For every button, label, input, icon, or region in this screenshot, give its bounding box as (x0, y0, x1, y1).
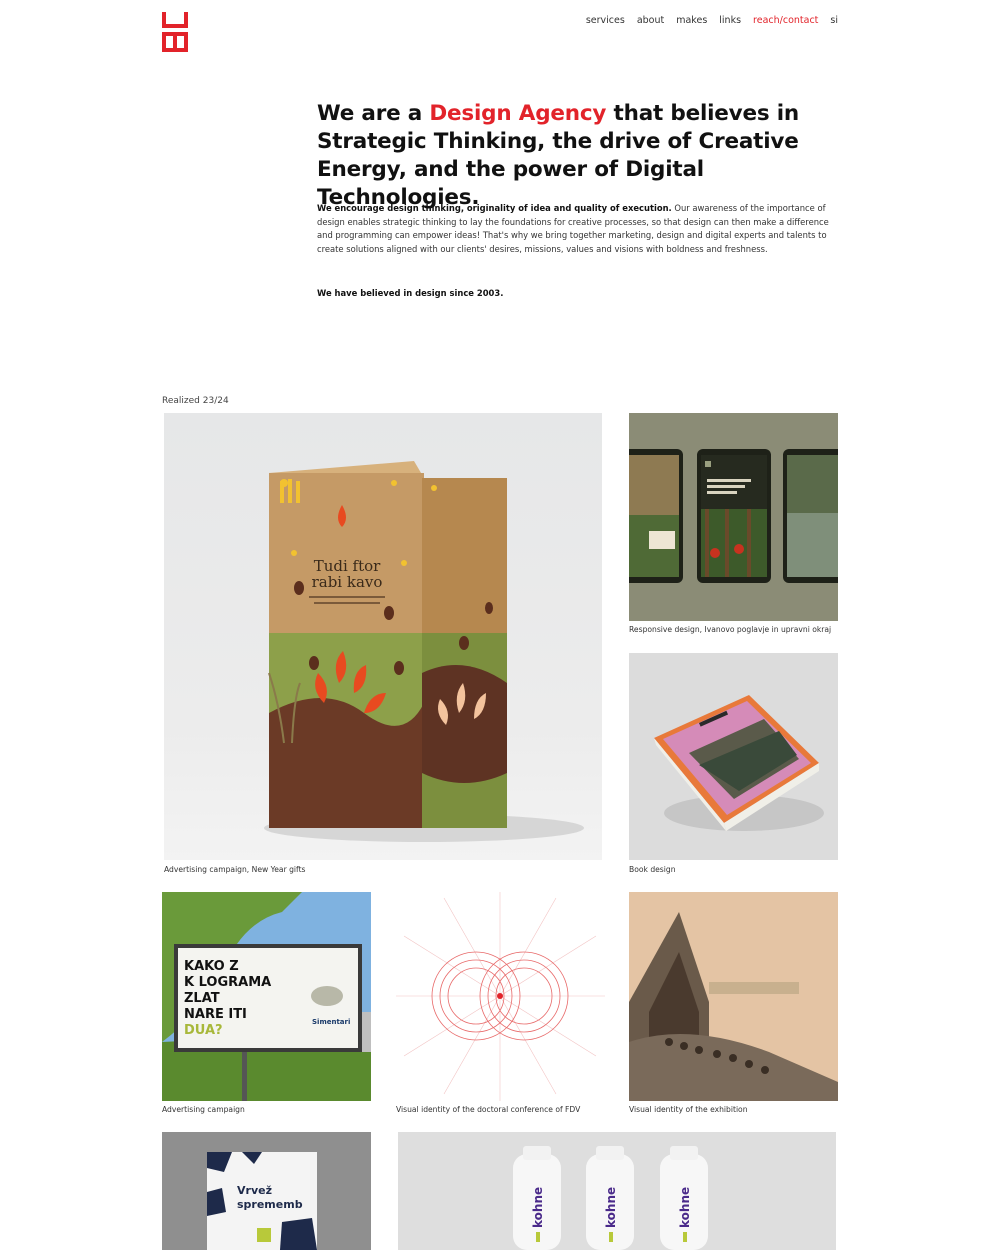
book-mockup-image (629, 653, 838, 860)
caption-billboard: Advertising campaign (162, 1105, 245, 1114)
main-nav: services about makes links reach/contact… (586, 15, 838, 26)
project-tile-book[interactable] (629, 653, 838, 860)
bottles-image: kohne kohne kohne (398, 1132, 836, 1250)
section-label: Realized 23/24 (162, 396, 229, 406)
intro-paragraph: We encourage design thinking, originalit… (317, 202, 842, 256)
project-tile-poster[interactable]: Vrvež sprememb (162, 1132, 371, 1250)
responsive-mockup-image (629, 413, 838, 621)
nav-services[interactable]: services (586, 15, 625, 26)
project-tile-billboard[interactable]: KAKO Z K LOGRAMA ZLAT NARE ITI DUA? Sime… (162, 892, 371, 1101)
agency-logo[interactable] (162, 12, 188, 52)
billboard-line-4: NARE ITI (184, 1007, 247, 1022)
nav-links[interactable]: links (719, 15, 741, 26)
nav-contact[interactable]: reach/contact (753, 15, 818, 26)
bottle-label-2: kohne (604, 1187, 618, 1228)
caption-book: Book design (629, 865, 676, 874)
poster-image: Vrvež sprememb (162, 1132, 371, 1250)
nav-makes[interactable]: makes (676, 15, 707, 26)
poster-text-1: Vrvež (237, 1184, 272, 1197)
monogram-icon (162, 12, 188, 52)
nav-about[interactable]: about (637, 15, 664, 26)
project-tile-bottles[interactable]: kohne kohne kohne (398, 1132, 836, 1250)
project-tile-packaging[interactable]: Tudi ftor rabi kavo (164, 413, 602, 860)
project-tile-responsive[interactable] (629, 413, 838, 621)
project-tile-exhibition[interactable] (629, 892, 838, 1101)
language-switch[interactable]: si (830, 15, 838, 26)
billboard-line-5: DUA? (184, 1023, 223, 1038)
caption-conference: Visual identity of the doctoral conferen… (396, 1105, 581, 1114)
since-statement: We have believed in design since 2003. (317, 288, 504, 298)
poster-text-2: sprememb (237, 1198, 303, 1211)
billboard-brand: Simentari (312, 1018, 350, 1026)
caption-exhibition: Visual identity of the exhibition (629, 1105, 748, 1114)
billboard-line-1: KAKO Z (184, 959, 239, 974)
billboard-line-3: ZLAT (184, 991, 220, 1006)
bottle-label-3: kohne (678, 1187, 692, 1228)
caption-responsive: Responsive design, Ivanovo poglavje in u… (629, 625, 832, 634)
packaging-image: Tudi ftor rabi kavo (164, 413, 602, 860)
exhibition-image (629, 892, 838, 1101)
headline-accent: Design Agency (429, 101, 607, 126)
bottle-label-1: kohne (531, 1187, 545, 1228)
box-text-2: rabi kavo (312, 573, 383, 591)
conference-identity-image (396, 892, 605, 1101)
caption-packaging: Advertising campaign, New Year gifts (164, 865, 306, 874)
intro-bold: We encourage design thinking, originalit… (317, 203, 672, 213)
billboard-line-2: K LOGRAMA (184, 975, 271, 990)
headline-pre: We are a (317, 101, 430, 126)
project-tile-conference[interactable] (396, 892, 605, 1101)
hero-headline: We are a Design Agency that believes in … (317, 100, 857, 212)
billboard-image: KAKO Z K LOGRAMA ZLAT NARE ITI DUA? Sime… (162, 892, 371, 1101)
